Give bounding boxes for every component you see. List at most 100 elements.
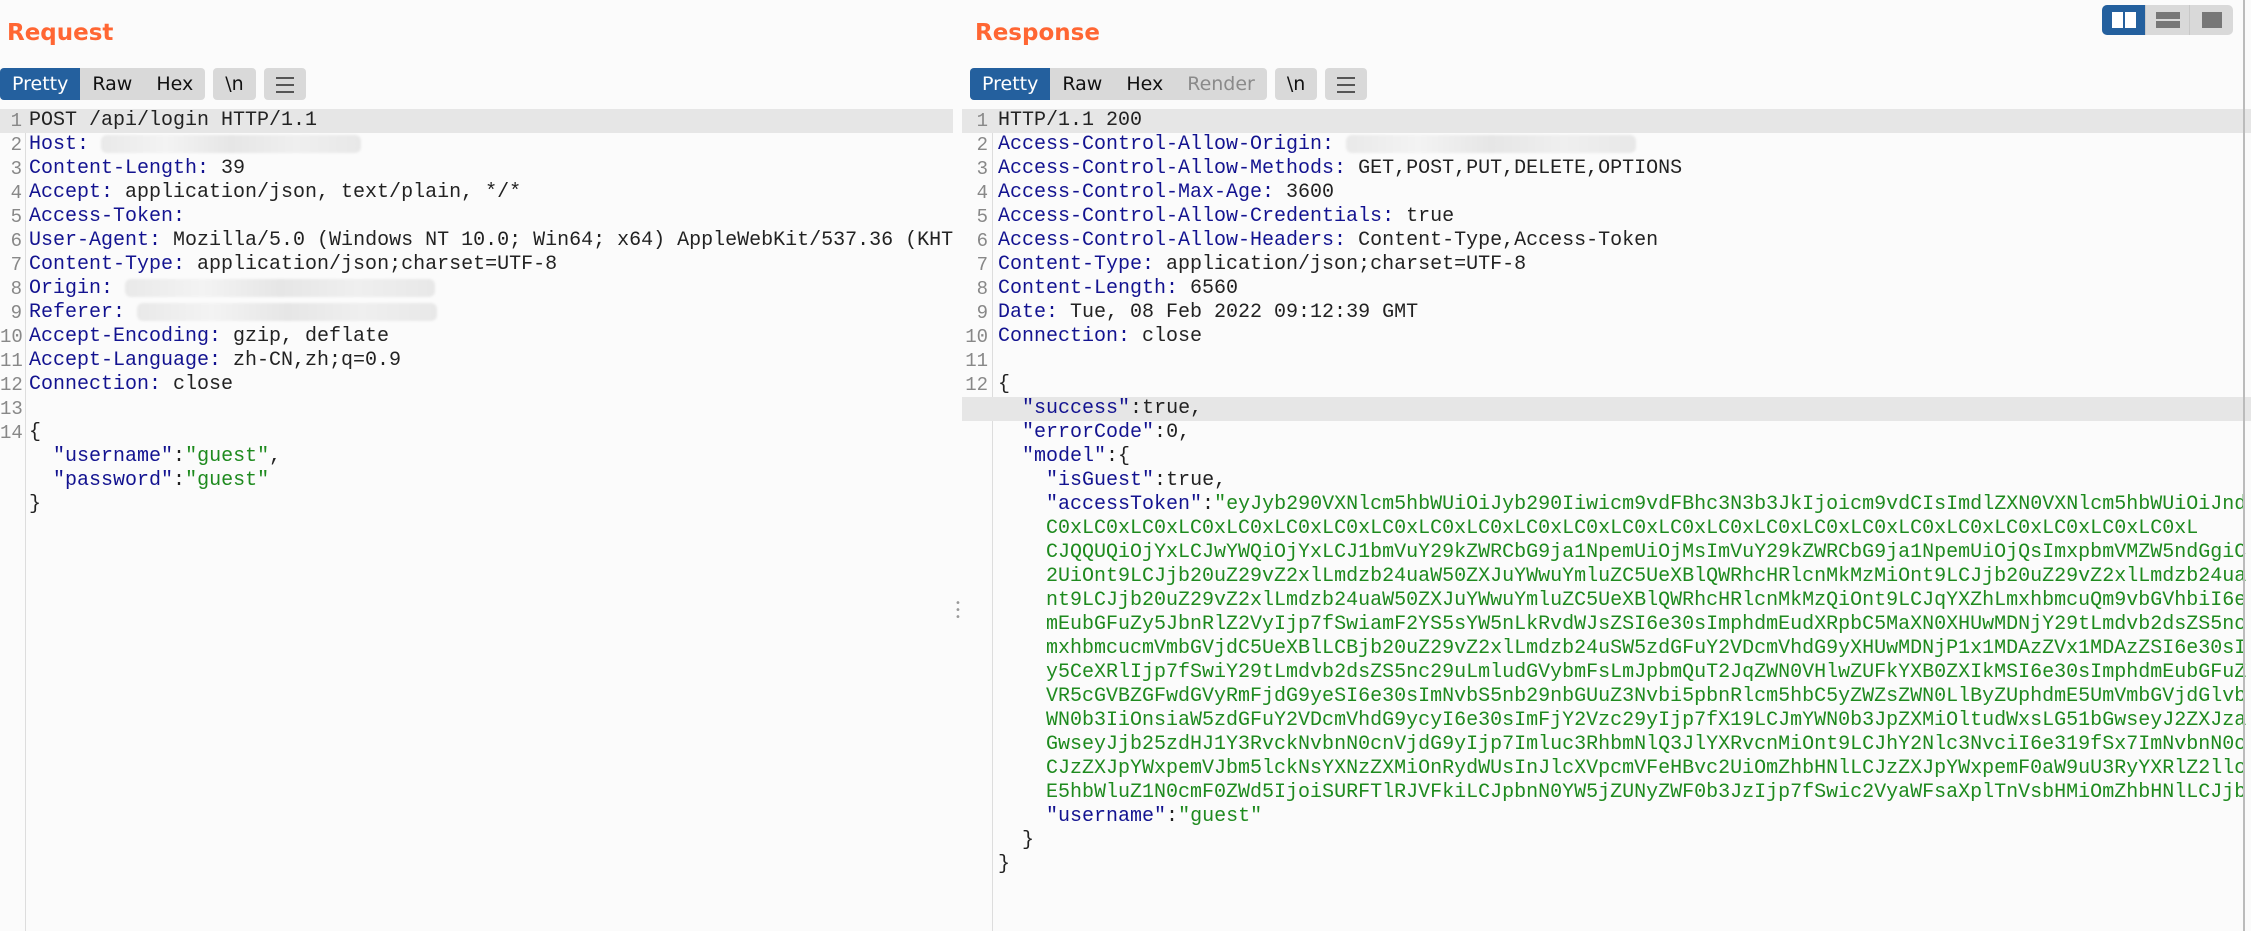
code-line: 8 Content-Length: 6560 (962, 277, 2251, 301)
line-number: 4 (976, 182, 988, 204)
code-text: } (998, 829, 2251, 853)
code-line: CJQQUQiOjYxLCJwYWQiOjYxLCJ1bmVuY29kZWRCb… (962, 541, 2251, 565)
line-number: 12 (0, 374, 23, 396)
code-text: E5hbWluZ1N0cmF0ZWd5IjoiSURFTlRJVFkiLCJpb… (998, 781, 2251, 805)
response-toolbar: Pretty Raw Hex Render \n (970, 68, 1368, 100)
code-line: "username":"guest" (962, 805, 2251, 829)
request-toolbar: Pretty Raw Hex \n (0, 68, 306, 100)
code-line: nt9LCJjb20uZ29vZ2xlLmdzb24uaW50ZXJuYWwuY… (962, 589, 2251, 613)
line-number: 14 (0, 422, 23, 444)
json-key: "username" (1046, 805, 1167, 828)
request-menu-button[interactable] (264, 68, 306, 100)
header-name: Origin: (29, 277, 114, 300)
header-name: Access-Control-Allow-Credentials: (998, 205, 1395, 228)
code-line: WN0b3IiOnsiaW5zdGFuY2VDcmVhdG9ycyI6e30sI… (962, 709, 2251, 733)
json-string: "guest" (185, 445, 270, 468)
json-key: "model" (1022, 445, 1107, 468)
response-editor[interactable]: 1 HTTP/1.1 200 2 Access-Control-Allow-Origi… (962, 109, 2251, 931)
code-text: "password":"guest" (53, 469, 270, 492)
json-key: "isGuest" (1046, 469, 1155, 492)
code-text: Accept-Encoding: gzip, deflate (29, 325, 953, 349)
json-key: "success" (1022, 397, 1131, 420)
code-text: Date: Tue, 08 Feb 2022 09:12:39 GMT (998, 301, 2251, 325)
code-text: mEubGFuZy5JbnRlZ2VyIjp7fSwiamF2YS5sYW5nL… (998, 613, 2251, 637)
response-tab-pretty[interactable]: Pretty (970, 68, 1051, 100)
code-text: y5CeXRlIjp7fSwiY29tLmdvb2dsZS5nc29uLmlud… (998, 661, 2251, 685)
header-name: Host: (29, 133, 90, 156)
pane-resize-handle[interactable]: • • • (955, 599, 961, 623)
code-text: Referer: (29, 301, 953, 325)
header-value: Content-Type,Access-Token (1346, 229, 1659, 252)
line-number: 1 (976, 110, 988, 132)
code-line: mxhbmcucmVmbGVjdC5UeXBlLCBjb20uZ29vZ2xlL… (962, 637, 2251, 661)
header-name: Content-Type: (998, 253, 1155, 276)
code-text: POST /api/login HTTP/1.1 (29, 109, 953, 133)
code-text: "success":true, (1022, 397, 1203, 420)
header-value: true (1394, 205, 1455, 228)
header-value: application/json;charset=UTF-8 (1154, 253, 1527, 276)
response-tab-hex[interactable]: Hex (1114, 68, 1175, 100)
json-key: "errorCode" (1022, 421, 1155, 444)
code-text: Content-Type: application/json;charset=U… (998, 253, 2251, 277)
code-line: 7 Content-Type: application/json;charset=… (0, 253, 953, 277)
json-key: "password" (53, 469, 174, 492)
code-line: mEubGFuZy5JbnRlZ2VyIjp7fSwiamF2YS5sYW5nL… (962, 613, 2251, 637)
vertical-scrollbar[interactable] (2243, 0, 2245, 931)
header-name: Accept-Language: (29, 349, 222, 372)
response-newline-toggle[interactable]: \n (1275, 68, 1317, 100)
line-number: 10 (965, 326, 988, 348)
header-value: GET,POST,PUT,DELETE,OPTIONS (1346, 157, 1683, 180)
code-line: y5CeXRlIjp7fSwiY29tLmdvb2dsZS5nc29uLmlud… (962, 661, 2251, 685)
code-text: Host: (29, 133, 953, 157)
header-name: Access-Token: (29, 205, 186, 228)
json-brace: { (1118, 445, 1131, 468)
line-number: 10 (0, 326, 23, 348)
request-tab-hex[interactable]: Hex (144, 68, 205, 100)
line-number: 13 (0, 398, 23, 420)
code-text: Accept: application/json, text/plain, */… (29, 181, 953, 205)
request-title: Request (7, 20, 114, 46)
line-number: 4 (10, 182, 22, 204)
code-text: Content-Type: application/json;charset=U… (29, 253, 953, 277)
header-name: Access-Control-Max-Age: (998, 181, 1275, 204)
header-value: 3600 (1274, 181, 1335, 204)
code-line: "errorCode":0, (962, 421, 2251, 445)
menu-icon (1337, 76, 1356, 93)
code-text: Connection: close (998, 325, 2251, 349)
redacted-value (137, 302, 438, 321)
code-line: } (0, 493, 953, 517)
menu-icon (275, 76, 294, 93)
line-number: 2 (10, 134, 22, 156)
code-line: 6 Access-Control-Allow-Headers: Content-T… (962, 229, 2251, 253)
code-line: 1 HTTP/1.1 200 (962, 109, 2251, 133)
request-newline-toggle[interactable]: \n (213, 68, 255, 100)
line-number: 2 (976, 134, 988, 156)
response-tab-raw[interactable]: Raw (1050, 68, 1114, 100)
code-line: VR5cGVBZGFwdGVyRmFjdG9yeSI6e30sImNvbS5nb… (962, 685, 2251, 709)
header-value: Tue, 08 Feb 2022 09:12:39 GMT (1058, 301, 1419, 324)
code-line: 3 Access-Control-Allow-Methods: GET,POST,… (962, 157, 2251, 181)
response-tab-render[interactable]: Render (1175, 68, 1267, 100)
request-editor[interactable]: 1 POST /api/login HTTP/1.1 2 Host: 3 Content… (0, 109, 953, 931)
header-name: Content-Length: (29, 157, 210, 180)
code-text: Access-Control-Allow-Methods: GET,POST,P… (998, 157, 2251, 181)
line-number: 11 (965, 350, 988, 372)
access-token-value: GwseyJjb25zdHJ1Y3RvckNvbnN0cnVjdG9yIjp7I… (1046, 733, 2247, 756)
json-string: "guest" (185, 469, 270, 492)
line-number: 11 (0, 350, 23, 372)
response-menu-button[interactable] (1325, 68, 1367, 100)
code-text: VR5cGVBZGFwdGVyRmFjdG9yeSI6e30sImNvbS5nb… (998, 685, 2251, 709)
request-tab-raw[interactable]: Raw (80, 68, 144, 100)
line-number: 5 (10, 206, 22, 228)
header-name: { (998, 373, 1011, 396)
header-value: zh-CN,zh;q=0.9 (221, 349, 402, 372)
request-tab-pretty[interactable]: Pretty (0, 68, 81, 100)
code-line: 5 Access-Token: (0, 205, 953, 229)
json-key: "username" (53, 445, 174, 468)
code-text: CJzZXJpYWxpemVJbm5lckNsYXNzZXMiOnRydWUsI… (998, 757, 2251, 781)
code-text: Access-Token: (29, 205, 953, 229)
header-name: User-Agent: (29, 229, 162, 252)
code-line: 2 Access-Control-Allow-Origin: (962, 133, 2251, 157)
code-line: "isGuest":true, (962, 469, 2251, 493)
code-text: "model":{ (1022, 445, 1131, 468)
